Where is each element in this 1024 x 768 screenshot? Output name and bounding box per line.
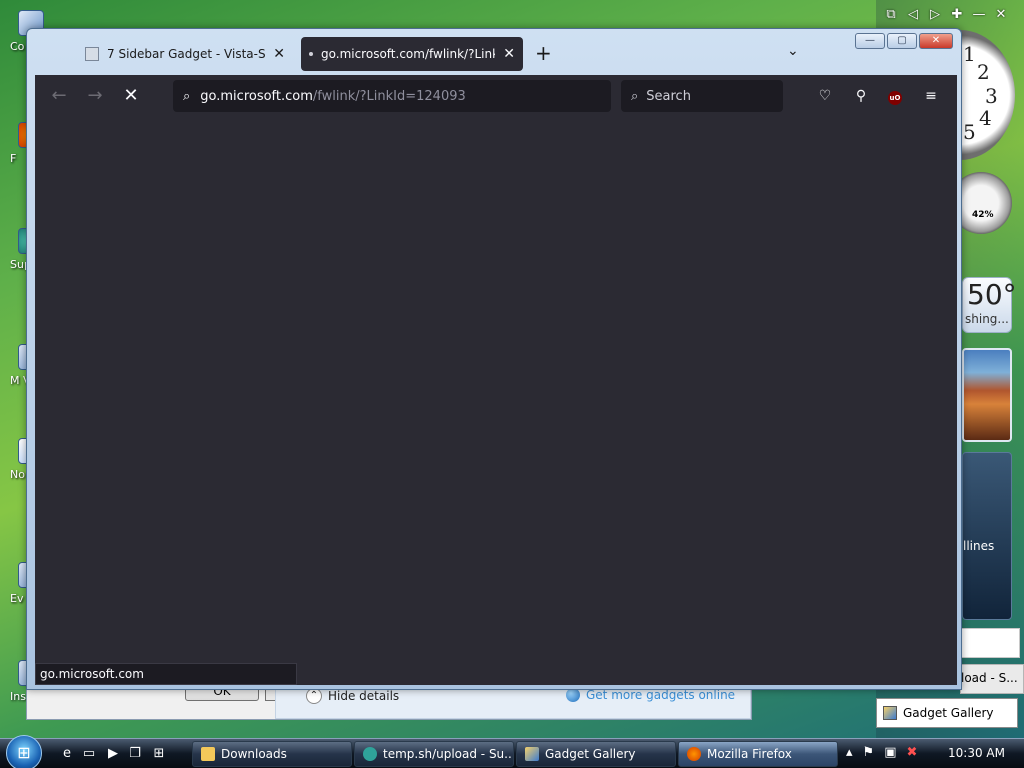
back-button[interactable]: ← xyxy=(47,85,71,107)
get-more-gadgets-label: Get more gadgets online xyxy=(586,688,736,702)
weather-location: shing... xyxy=(965,312,1009,326)
window-controls: — ▢ ✕ xyxy=(855,33,953,49)
url-bar[interactable]: ⌕ go.microsoft.com/fwlink/?LinkId=124093 xyxy=(173,80,611,112)
url-host: go.microsoft.com xyxy=(200,88,313,104)
network-icon[interactable]: ▣ xyxy=(884,745,896,760)
volume-muted-icon[interactable]: ✖ xyxy=(906,745,917,760)
start-button[interactable]: ⊞ xyxy=(6,735,42,768)
url-path: /fwlink/?LinkId=124093 xyxy=(312,88,466,104)
taskbar-thumbnail[interactable]: load - S... xyxy=(960,664,1024,694)
page-content: go.microsoft.com xyxy=(35,117,957,685)
browser-icon xyxy=(363,747,377,761)
windows-logo-icon[interactable]: ⊞ xyxy=(150,745,168,763)
sidebar-close-icon[interactable]: ✕ xyxy=(992,6,1010,24)
internet-explorer-icon[interactable]: e xyxy=(58,745,76,763)
forward-button[interactable]: → xyxy=(83,85,107,107)
close-button[interactable]: ✕ xyxy=(919,33,953,49)
slideshow-gadget[interactable] xyxy=(962,348,1012,442)
gadget-gallery-popup-label: Gadget Gallery xyxy=(903,706,994,720)
hide-details-toggle[interactable]: ⌃ Hide details xyxy=(306,688,399,704)
feed-headlines-label: llines xyxy=(963,539,995,553)
search-icon: ⌕ xyxy=(631,88,639,104)
clock-number: 5 xyxy=(963,120,976,144)
minimize-button[interactable]: — xyxy=(855,33,885,49)
clock-number: 1 xyxy=(963,42,976,66)
gadget-gallery-popup[interactable]: Gadget Gallery xyxy=(876,698,1018,728)
weather-temperature: 50° xyxy=(967,278,1017,311)
search-icon: ⌕ xyxy=(183,88,191,104)
taskbar-item-firefox[interactable]: Mozilla Firefox xyxy=(678,741,838,767)
stop-button[interactable]: ✕ xyxy=(119,85,143,107)
navigation-toolbar: ← → ✕ ⌕ go.microsoft.com/fwlink/?LinkId=… xyxy=(35,75,957,117)
sidebar-add-icon[interactable]: ✚ xyxy=(948,6,966,24)
hide-details-label: Hide details xyxy=(328,689,400,703)
feed-headlines-gadget[interactable]: llines xyxy=(962,452,1012,620)
globe-icon xyxy=(566,688,580,702)
cpu-percent: 42% xyxy=(972,210,994,220)
sidebar-controls: ⧉ ◁ ▷ ✚ — ✕ xyxy=(876,0,1024,30)
chevron-up-icon: ⌃ xyxy=(306,688,322,704)
status-url: go.microsoft.com xyxy=(35,663,297,685)
taskbar-item-label: Downloads xyxy=(221,747,287,761)
clock-number: 3 xyxy=(985,84,998,108)
url-text: go.microsoft.com/fwlink/?LinkId=124093 xyxy=(200,89,465,104)
taskbar: ⊞ e ▭ ▶ ❐ ⊞ Downloads temp.sh/upload - S… xyxy=(0,735,1024,768)
get-more-gadgets-link[interactable]: Get more gadgets online xyxy=(566,688,735,702)
taskbar-item-downloads[interactable]: Downloads xyxy=(192,741,352,767)
folder-icon xyxy=(201,747,215,761)
page-favicon-icon xyxy=(85,47,99,61)
loading-dot-icon xyxy=(309,52,313,56)
tab-close-icon[interactable]: ✕ xyxy=(503,46,515,62)
taskbar-item-gadget-gallery[interactable]: Gadget Gallery xyxy=(516,741,676,767)
new-tab-button[interactable]: + xyxy=(535,43,552,63)
gadget-gallery-icon xyxy=(883,706,897,720)
sidebar-prev-icon[interactable]: ◁ xyxy=(904,6,922,24)
search-bar[interactable]: ⌕ Search xyxy=(621,80,783,112)
pocket-icon[interactable]: ♡ xyxy=(815,86,835,106)
extensions-icon[interactable]: ⚲ xyxy=(851,86,871,106)
flag-icon[interactable]: ⚑ xyxy=(863,745,875,760)
tab-close-icon[interactable]: ✕ xyxy=(273,46,285,62)
tab-title: go.microsoft.com/fwlink/?LinkId xyxy=(321,47,496,61)
sidebar-minimize-icon[interactable]: — xyxy=(970,6,988,24)
taskbar-item-label: Gadget Gallery xyxy=(545,747,636,761)
clock-number: 4 xyxy=(979,106,992,130)
list-all-tabs-button[interactable]: ⌄ xyxy=(787,43,799,59)
tab-title: 7 Sidebar Gadget - Vista-Sidebar xyxy=(107,47,266,61)
ublock-icon[interactable]: uO xyxy=(885,86,905,106)
firefox-window: — ▢ ✕ 7 Sidebar Gadget - Vista-Sidebar ✕… xyxy=(26,28,962,690)
tab-sidebar-gadget[interactable]: 7 Sidebar Gadget - Vista-Sidebar ✕ xyxy=(77,37,293,71)
gadget-gallery-icon xyxy=(525,747,539,761)
maximize-button[interactable]: ▢ xyxy=(887,33,917,49)
sidebar-popup-blank xyxy=(960,628,1020,658)
tray-expand-icon[interactable]: ▴ xyxy=(846,745,853,760)
sidebar-next-icon[interactable]: ▷ xyxy=(926,6,944,24)
sidebar-windows-icon[interactable]: ⧉ xyxy=(882,6,900,24)
taskbar-item-temp-sh[interactable]: temp.sh/upload - Su... xyxy=(354,741,514,767)
tab-fwlink[interactable]: go.microsoft.com/fwlink/?LinkId ✕ xyxy=(301,37,523,71)
taskbar-clock[interactable]: 10:30 AM xyxy=(948,746,1005,760)
clock-number: 2 xyxy=(977,60,990,84)
search-placeholder: Search xyxy=(646,88,691,104)
firefox-icon xyxy=(687,747,701,761)
weather-gadget[interactable]: 50° shing... xyxy=(962,277,1017,333)
show-desktop-icon[interactable]: ▭ xyxy=(80,745,98,763)
taskbar-item-label: temp.sh/upload - Su... xyxy=(383,747,514,761)
switch-windows-icon[interactable]: ❐ xyxy=(126,745,144,763)
media-player-icon[interactable]: ▶ xyxy=(104,745,122,763)
menu-icon[interactable]: ≡ xyxy=(921,86,941,106)
taskbar-item-label: Mozilla Firefox xyxy=(707,747,792,761)
system-tray: ▴ ⚑ ▣ ✖ xyxy=(846,745,917,760)
